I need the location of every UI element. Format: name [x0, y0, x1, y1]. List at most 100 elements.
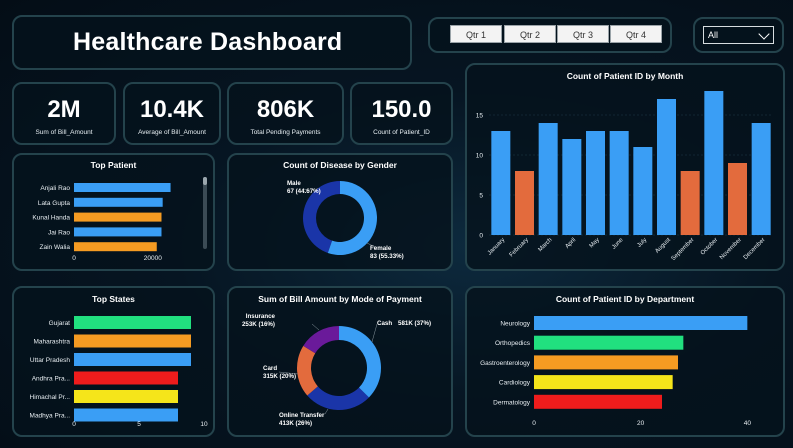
scrollbar-track: [203, 177, 207, 249]
bar: [74, 242, 157, 252]
category-label: Neurology: [500, 321, 530, 328]
bar: [491, 131, 511, 235]
quarter-button-4[interactable]: Qtr 4: [610, 25, 662, 43]
category-label: Uttar Pradesh: [30, 357, 70, 364]
leader-line: [324, 408, 329, 415]
bar: [633, 147, 653, 235]
quarter-button-2[interactable]: Qtr 2: [504, 25, 556, 43]
filter-dropdown-value: All: [708, 30, 719, 40]
x-tick-label: March: [538, 237, 554, 253]
kpi-label: Total Pending Payments: [250, 129, 321, 136]
bar: [586, 131, 605, 235]
bar: [562, 139, 582, 235]
category-label: Dermatology: [493, 399, 531, 406]
x-tick-label: 20000: [144, 255, 162, 262]
slice-name: Card: [263, 365, 277, 372]
slice-value: 315K (20%): [263, 373, 296, 380]
bar: [74, 316, 191, 329]
page-title: Healthcare Dashboard: [73, 28, 343, 56]
y-tick-label: 0: [479, 233, 483, 240]
slice-name: Female: [370, 245, 392, 252]
filter-dropdown[interactable]: All: [703, 26, 774, 44]
bar: [74, 212, 162, 222]
x-tick-label: 0: [72, 421, 76, 428]
x-tick-label: 40: [744, 420, 752, 427]
category-label: Lata Gupta: [38, 200, 71, 207]
slice-value: 581K (37%): [398, 320, 431, 327]
category-label: Himachal Pr...: [30, 394, 71, 401]
kpi-label: Sum of Bill_Amount: [35, 129, 93, 136]
bar: [534, 316, 748, 330]
category-label: Gujarat: [49, 320, 71, 327]
kpi-label: Count of Patient_ID: [373, 129, 430, 136]
donut-slice: [303, 326, 339, 354]
x-tick-label: 20: [637, 420, 645, 427]
bar: [534, 355, 678, 370]
bar: [74, 353, 191, 366]
x-tick-label: October: [700, 237, 719, 256]
payment-chart: Cash 581K (37%) Online Transfer413K (26%) C…: [242, 313, 431, 427]
kpi-value: 150.0: [371, 96, 432, 123]
x-tick-label: February: [509, 237, 530, 258]
kpi-card-pending: 806K Total Pending Payments: [227, 82, 344, 145]
bar: [609, 131, 629, 235]
bar: [74, 183, 171, 192]
slice-name: Cash: [377, 320, 392, 327]
bar: [751, 123, 771, 235]
x-tick-label: 0: [72, 255, 76, 262]
month-chart: 0 5 10 15 January February March April May June Ju…: [476, 91, 773, 262]
category-label: Andhra Pra...: [32, 376, 70, 383]
kpi-value: 2M: [47, 96, 81, 123]
y-tick-label: 15: [476, 113, 484, 120]
x-tick-label: July: [636, 237, 648, 249]
category-label: Orthopedics: [495, 340, 531, 347]
category-label: Jai Rao: [48, 229, 70, 236]
category-label: Kunal Handa: [32, 215, 70, 222]
category-label: Anjali Rao: [40, 185, 70, 192]
x-tick-label: 10: [200, 421, 208, 428]
category-label: Cardiology: [499, 380, 531, 387]
x-tick-label: December: [743, 237, 767, 261]
donut-slice: [297, 345, 318, 396]
slice-value: 67 (44.67%): [287, 188, 321, 195]
kpi-card-bill-avg: 10.4K Average of Bill_Amount: [123, 82, 221, 145]
top-states-chart: Gujarat Maharashtra Uttar Pradesh Andhra Pr…: [30, 316, 208, 428]
quarter-button-3[interactable]: Qtr 3: [557, 25, 609, 43]
kpi-value: 806K: [256, 96, 315, 123]
y-tick-label: 5: [479, 193, 483, 200]
x-tick-label: May: [589, 237, 601, 249]
x-tick-label: September: [671, 237, 696, 262]
donut-slice: [339, 326, 381, 398]
bar: [534, 335, 684, 350]
leader-line: [311, 323, 320, 331]
scrollbar-thumb: [203, 177, 207, 185]
x-tick-label: August: [654, 237, 672, 255]
x-tick-label: June: [611, 237, 625, 251]
bar: [74, 197, 163, 207]
x-tick-label: 5: [137, 421, 141, 428]
bar: [74, 227, 162, 237]
bar: [74, 390, 178, 403]
bar: [74, 334, 191, 348]
donut-slice: [307, 386, 369, 410]
chevron-down-icon: [758, 28, 770, 40]
category-label: Madhya Pra...: [30, 413, 71, 420]
kpi-card-bill-sum: 2M Sum of Bill_Amount: [12, 82, 116, 145]
category-label: Maharashtra: [34, 339, 71, 346]
x-tick-label: 0: [532, 420, 536, 427]
slice-value: 253K (16%): [242, 321, 275, 328]
bar: [657, 99, 676, 235]
category-label: Zain Walia: [40, 244, 71, 251]
top-patient-chart: Anjali Rao Lata Gupta Kunal Handa Jai Rao Za…: [32, 177, 207, 262]
quarter-button-1[interactable]: Qtr 1: [450, 25, 502, 43]
bar: [534, 375, 673, 390]
y-tick-label: 10: [476, 153, 484, 160]
category-label: Gastroenterology: [480, 360, 531, 367]
kpi-label: Average of Bill_Amount: [138, 129, 206, 136]
bar: [515, 171, 534, 235]
bar: [74, 371, 178, 385]
disease-gender-chart: Male67 (44.67%) Female83 (55.33%): [287, 180, 404, 260]
kpi-value: 10.4K: [139, 96, 205, 123]
slice-name: Insurance: [246, 313, 276, 320]
x-tick-label: January: [487, 237, 506, 256]
